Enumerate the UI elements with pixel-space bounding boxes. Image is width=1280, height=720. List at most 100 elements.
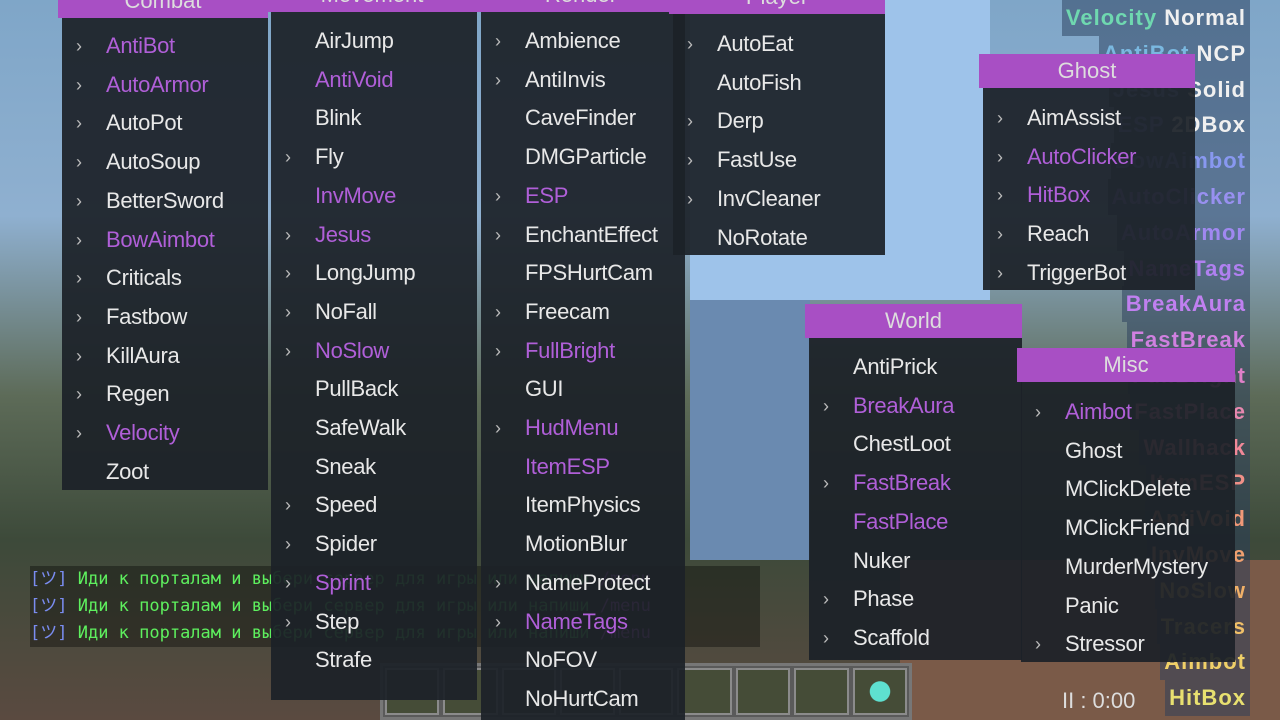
- module-scaffold[interactable]: › Scaffold: [809, 619, 1022, 657]
- module-autosoup[interactable]: › AutoSoup: [62, 143, 268, 181]
- module-ambience[interactable]: › Ambience: [481, 22, 685, 60]
- chevron-right-icon[interactable]: ›: [997, 138, 1003, 176]
- chevron-right-icon[interactable]: ›: [76, 298, 82, 336]
- chevron-right-icon[interactable]: ›: [495, 564, 501, 602]
- module-enchanteffect[interactable]: › EnchantEffect: [481, 216, 685, 254]
- chevron-right-icon[interactable]: ›: [76, 182, 82, 220]
- module-step[interactable]: › Step: [271, 603, 477, 641]
- chevron-right-icon[interactable]: ›: [495, 603, 501, 641]
- panel-header-combat[interactable]: Combat: [58, 0, 268, 18]
- chevron-right-icon[interactable]: ›: [76, 104, 82, 142]
- chevron-right-icon[interactable]: ›: [495, 22, 501, 60]
- panel-header-world[interactable]: World: [805, 304, 1022, 338]
- chevron-right-icon[interactable]: ›: [285, 216, 291, 254]
- chevron-right-icon[interactable]: ›: [1035, 393, 1041, 431]
- module-dmgparticle[interactable]: DMGParticle: [481, 138, 685, 176]
- module-autoarmor[interactable]: › AutoArmor: [62, 66, 268, 104]
- chevron-right-icon[interactable]: ›: [997, 254, 1003, 292]
- module-aimbot[interactable]: › Aimbot: [1021, 393, 1235, 431]
- module-bettersword[interactable]: › BetterSword: [62, 182, 268, 220]
- module-longjump[interactable]: › LongJump: [271, 254, 477, 292]
- module-esp[interactable]: › ESP: [481, 177, 685, 215]
- module-invcleaner[interactable]: › InvCleaner: [673, 180, 885, 218]
- module-autoclicker[interactable]: › AutoClicker: [983, 138, 1195, 176]
- module-mclickfriend[interactable]: MClickFriend: [1021, 509, 1235, 547]
- chevron-right-icon[interactable]: ›: [76, 66, 82, 104]
- hotbar-slot[interactable]: [677, 668, 732, 715]
- module-spider[interactable]: › Spider: [271, 525, 477, 563]
- chevron-right-icon[interactable]: ›: [687, 102, 693, 140]
- chevron-right-icon[interactable]: ›: [285, 486, 291, 524]
- chevron-right-icon[interactable]: ›: [495, 177, 501, 215]
- module-killaura[interactable]: › KillAura: [62, 337, 268, 375]
- module-sneak[interactable]: Sneak: [271, 448, 477, 486]
- hotbar-slot[interactable]: [735, 668, 791, 715]
- hotbar-slot-diamond[interactable]: [852, 668, 907, 715]
- module-fastuse[interactable]: › FastUse: [673, 141, 885, 179]
- module-safewalk[interactable]: SafeWalk: [271, 409, 477, 447]
- module-fpshurtcam[interactable]: FPSHurtCam: [481, 254, 685, 292]
- module-stressor[interactable]: › Stressor: [1021, 625, 1235, 663]
- chevron-right-icon[interactable]: ›: [76, 221, 82, 259]
- chevron-right-icon[interactable]: ›: [823, 387, 829, 425]
- chevron-right-icon[interactable]: ›: [76, 259, 82, 297]
- module-pullback[interactable]: PullBack: [271, 370, 477, 408]
- module-itemesp[interactable]: ItemESP: [481, 448, 685, 486]
- chevron-right-icon[interactable]: ›: [687, 25, 693, 63]
- chevron-right-icon[interactable]: ›: [495, 409, 501, 447]
- module-fastbow[interactable]: › Fastbow: [62, 298, 268, 336]
- module-motionblur[interactable]: MotionBlur: [481, 525, 685, 563]
- module-airjump[interactable]: AirJump: [271, 22, 477, 60]
- module-jesus[interactable]: › Jesus: [271, 216, 477, 254]
- chevron-right-icon[interactable]: ›: [285, 293, 291, 331]
- panel-header-player[interactable]: Player: [669, 0, 885, 14]
- module-blink[interactable]: Blink: [271, 99, 477, 137]
- module-autopot[interactable]: › AutoPot: [62, 104, 268, 142]
- chevron-right-icon[interactable]: ›: [285, 138, 291, 176]
- chevron-right-icon[interactable]: ›: [76, 143, 82, 181]
- module-antiprick[interactable]: AntiPrick: [809, 348, 1022, 386]
- module-phase[interactable]: › Phase: [809, 580, 1022, 618]
- module-autoeat[interactable]: › AutoEat: [673, 25, 885, 63]
- module-strafe[interactable]: Strafe: [271, 641, 477, 679]
- panel-header-render[interactable]: Render: [477, 0, 685, 12]
- chevron-right-icon[interactable]: ›: [285, 332, 291, 370]
- module-hitbox[interactable]: › HitBox: [983, 176, 1195, 214]
- panel-header-misc[interactable]: Misc: [1017, 348, 1235, 382]
- chevron-right-icon[interactable]: ›: [997, 99, 1003, 137]
- module-hudmenu[interactable]: › HudMenu: [481, 409, 685, 447]
- chevron-right-icon[interactable]: ›: [1035, 625, 1041, 663]
- module-derp[interactable]: › Derp: [673, 102, 885, 140]
- module-antiinvis[interactable]: › AntiInvis: [481, 61, 685, 99]
- module-fastplace[interactable]: FastPlace: [809, 503, 1022, 541]
- module-nofov[interactable]: NoFOV: [481, 641, 685, 679]
- module-freecam[interactable]: › Freecam: [481, 293, 685, 331]
- panel-header-movement[interactable]: Movement: [267, 0, 477, 12]
- chevron-right-icon[interactable]: ›: [495, 216, 501, 254]
- module-panic[interactable]: Panic: [1021, 587, 1235, 625]
- module-aimassist[interactable]: › AimAssist: [983, 99, 1195, 137]
- chevron-right-icon[interactable]: ›: [823, 619, 829, 657]
- module-mclickdelete[interactable]: MClickDelete: [1021, 470, 1235, 508]
- chevron-right-icon[interactable]: ›: [823, 580, 829, 618]
- module-nameprotect[interactable]: › NameProtect: [481, 564, 685, 602]
- module-murdermystery[interactable]: MurderMystery: [1021, 548, 1235, 586]
- module-cavefinder[interactable]: CaveFinder: [481, 99, 685, 137]
- module-triggerbot[interactable]: › TriggerBot: [983, 254, 1195, 292]
- module-gui[interactable]: GUI: [481, 370, 685, 408]
- chevron-right-icon[interactable]: ›: [285, 525, 291, 563]
- module-fastbreak[interactable]: › FastBreak: [809, 464, 1022, 502]
- chevron-right-icon[interactable]: ›: [687, 180, 693, 218]
- chevron-right-icon[interactable]: ›: [285, 603, 291, 641]
- module-norotate[interactable]: NoRotate: [673, 219, 885, 257]
- module-speed[interactable]: › Speed: [271, 486, 477, 524]
- chevron-right-icon[interactable]: ›: [76, 27, 82, 65]
- module-criticals[interactable]: › Criticals: [62, 259, 268, 297]
- module-autofish[interactable]: AutoFish: [673, 64, 885, 102]
- module-zoot[interactable]: Zoot: [62, 453, 268, 491]
- module-noslow[interactable]: › NoSlow: [271, 332, 477, 370]
- hotbar-slot[interactable]: [794, 668, 849, 715]
- panel-header-ghost[interactable]: Ghost: [979, 54, 1195, 88]
- chevron-right-icon[interactable]: ›: [687, 141, 693, 179]
- module-bowaimbot[interactable]: › BowAimbot: [62, 221, 268, 259]
